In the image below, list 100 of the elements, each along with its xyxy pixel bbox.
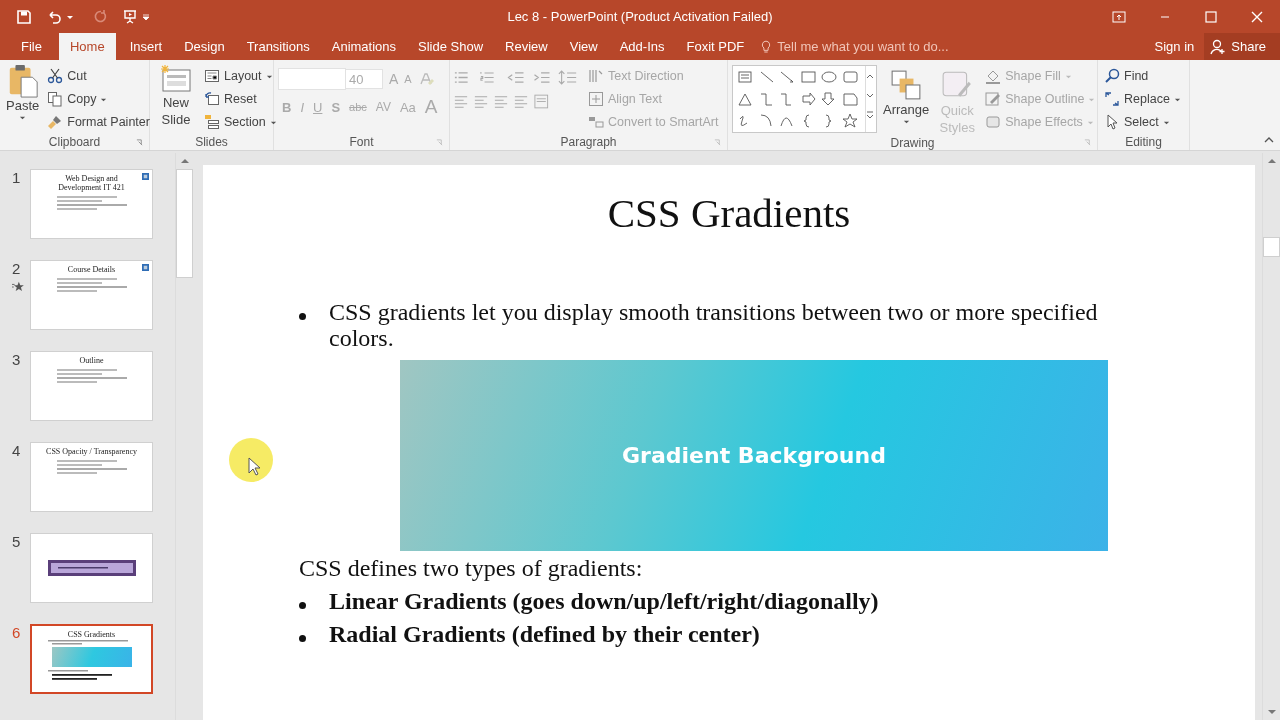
caret-icon xyxy=(902,118,910,125)
slide-number: 3 xyxy=(12,351,21,368)
customize-icon[interactable] xyxy=(142,12,150,21)
align-icon[interactable] xyxy=(494,94,508,109)
text-lines-drawing xyxy=(56,196,127,210)
bullet-icon xyxy=(299,602,306,609)
scrollbar[interactable] xyxy=(1262,153,1280,720)
font-name-field[interactable] xyxy=(278,68,346,90)
align-icon[interactable] xyxy=(514,94,528,109)
effects-icon xyxy=(985,114,1002,130)
presentation-icon[interactable] xyxy=(122,8,138,25)
scroll-thumb[interactable] xyxy=(1263,237,1280,257)
group-label: Paragraph xyxy=(560,135,617,149)
slide-thumbnail[interactable]: Web Design and Development IT 421 xyxy=(30,169,153,239)
ribbon-tab[interactable]: Transitions xyxy=(235,33,321,60)
paste-button[interactable]: Paste xyxy=(4,64,42,134)
slide-thumbnail[interactable]: CSS Gradients xyxy=(30,624,153,694)
decrease-indent-icon[interactable] xyxy=(506,70,526,85)
slide-number: 1 xyxy=(12,169,21,186)
ribbon-button[interactable]: Find xyxy=(1102,66,1183,86)
clear-format-icon[interactable] xyxy=(417,71,434,87)
lightbulb-icon xyxy=(761,39,772,54)
thumbnail-title: CSS Gradients xyxy=(66,630,117,639)
align-text-icon xyxy=(588,91,604,107)
sign-in-link[interactable]: Sign in xyxy=(1144,33,1205,60)
reset-icon xyxy=(204,91,220,107)
copy-icon xyxy=(47,91,64,107)
scroll-up-icon[interactable] xyxy=(179,157,190,165)
slide-number: 2 xyxy=(12,260,21,277)
slide-number: 5 xyxy=(12,533,21,550)
ribbon-tab[interactable]: View xyxy=(558,33,609,60)
bullet-icon xyxy=(299,635,306,642)
ribbon-tab[interactable]: Foxit PDF xyxy=(675,33,756,60)
bullet-text: Linear Gradients (goes down/up/left/right/diagonally) xyxy=(329,587,879,616)
paint-bucket-icon xyxy=(985,68,1002,84)
thumbnail-title: Web Design and Development IT 421 xyxy=(57,174,126,192)
align-icon[interactable] xyxy=(474,94,488,109)
person-add-icon xyxy=(1210,38,1227,55)
group-label: Slides xyxy=(195,135,228,149)
slide-thumbnail[interactable]: CSS Opacity / Transparency xyxy=(30,442,153,512)
ribbon-button[interactable]: Replace xyxy=(1102,89,1183,109)
ribbon-tab[interactable]: Add-Ins xyxy=(608,33,676,60)
ribbon-button[interactable]: Cut xyxy=(45,66,152,86)
undo-icon[interactable] xyxy=(46,8,62,25)
tell-me-field[interactable]: Tell me what you want to do... xyxy=(761,33,970,60)
ribbon-tab[interactable]: Slide Show xyxy=(407,33,495,60)
dialog-launcher-icon[interactable] xyxy=(1084,139,1091,146)
ribbon-tab[interactable]: Home xyxy=(58,33,116,60)
ribbon-tab[interactable]: Insert xyxy=(118,33,174,60)
pencil-icon xyxy=(985,91,1002,107)
save-icon[interactable] xyxy=(16,8,32,25)
group-label: Clipboard xyxy=(48,135,101,149)
pointer-icon xyxy=(1104,114,1120,130)
arrange-button[interactable]: Arrange xyxy=(881,64,932,136)
scroll-thumb[interactable] xyxy=(176,169,193,278)
bullet-text: CSS gradients let you display smooth transitions between two or more specified colors. xyxy=(329,299,1099,351)
redo-icon xyxy=(92,8,108,25)
ribbon-button[interactable]: Layout xyxy=(202,66,279,86)
ribbon-button[interactable]: Reset xyxy=(202,89,279,109)
slide-thumbnail[interactable] xyxy=(30,533,153,603)
group-label: Font xyxy=(349,135,374,149)
new-slide-button[interactable]: New Slide xyxy=(154,64,198,134)
window-title: Lec 8 - PowerPoint (Product Activation Failed) xyxy=(507,9,773,24)
search-icon xyxy=(1104,68,1120,84)
slide-thumbnail[interactable]: Course Details xyxy=(30,260,153,330)
group-label: Drawing xyxy=(890,136,935,150)
line-spacing-icon[interactable] xyxy=(558,70,578,85)
smartart-icon xyxy=(588,114,604,130)
scrollbar[interactable] xyxy=(175,153,193,720)
slide-title: CSS Gradients xyxy=(606,189,852,238)
text-lines-drawing xyxy=(56,460,127,474)
section-icon xyxy=(204,114,220,130)
ribbon-button[interactable]: Copy xyxy=(45,89,152,109)
thumbnail-title: Course Details xyxy=(66,265,117,274)
ribbon-button[interactable]: Section xyxy=(202,112,279,132)
gradient-label: Gradient Background xyxy=(622,443,886,468)
dialog-launcher-icon[interactable] xyxy=(136,139,143,146)
scissors-icon xyxy=(47,68,64,84)
increase-indent-icon[interactable] xyxy=(532,70,552,85)
ribbon-tab[interactable]: Review xyxy=(494,33,559,60)
ribbon-tab[interactable]: Design xyxy=(173,33,236,60)
text-lines-drawing xyxy=(56,278,127,292)
bullet-icon xyxy=(299,313,306,320)
scroll-up-icon[interactable] xyxy=(1266,157,1277,165)
ribbon-button[interactable]: Select xyxy=(1102,112,1183,132)
thumbnail-title: CSS Opacity / Transparency xyxy=(45,447,138,456)
dialog-launcher-icon[interactable] xyxy=(436,139,443,146)
shapes-gallery[interactable] xyxy=(732,65,877,133)
collapse-ribbon-icon[interactable] xyxy=(1264,136,1274,144)
dialog-launcher-icon[interactable] xyxy=(714,139,721,146)
ribbon-tab[interactable]: File xyxy=(0,33,56,60)
text-direction-icon xyxy=(588,68,604,84)
align-icon[interactable] xyxy=(454,94,468,109)
slide-number: 4 xyxy=(12,442,21,459)
ribbon-button[interactable]: Format Painter xyxy=(45,112,152,132)
ribbon-tab[interactable]: Animations xyxy=(320,33,408,60)
share-button[interactable]: Share xyxy=(1204,33,1280,60)
slide-thumbnail[interactable]: Outline xyxy=(30,351,153,421)
scroll-down-icon[interactable] xyxy=(1266,708,1277,716)
arrange-icon xyxy=(890,68,923,102)
